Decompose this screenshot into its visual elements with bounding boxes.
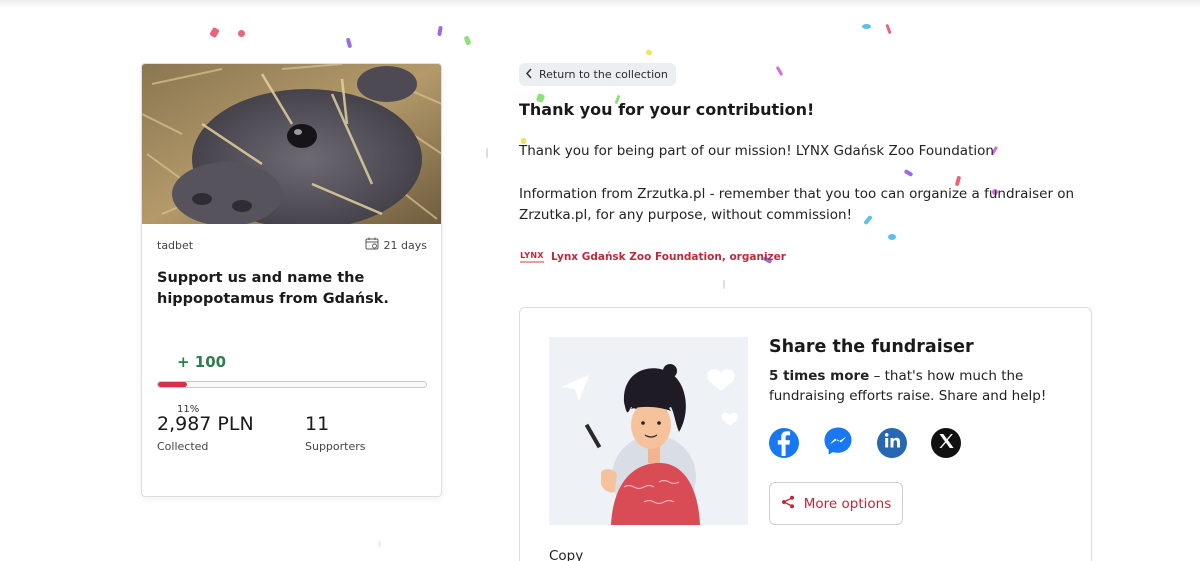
calendar-icon (365, 237, 379, 253)
lynx-logo: LYNX (519, 250, 545, 264)
share-panel: Share the fundraiser 5 times more – that… (519, 307, 1092, 561)
return-label: Return to the collection (539, 68, 668, 81)
hippo-photo (142, 64, 441, 224)
share-icon (781, 495, 795, 513)
x-share-button[interactable] (931, 428, 961, 458)
page-title: Thank you for your contribution! (519, 100, 815, 119)
top-shade (0, 0, 1200, 8)
facebook-icon (769, 426, 799, 460)
share-text: 5 times more – that's how much the fundr… (769, 368, 1047, 404)
fundraiser-card[interactable]: tadbet 21 days Support us and name the h… (141, 63, 442, 497)
card-author: tadbet (157, 239, 194, 252)
share-illustration (549, 337, 748, 525)
return-to-collection-button[interactable]: Return to the collection (519, 63, 676, 86)
messenger-icon (823, 426, 853, 460)
progress-fill (158, 382, 188, 387)
messenger-share-button[interactable] (823, 426, 853, 460)
organizer[interactable]: LYNX Lynx Gdańsk Zoo Foundation, organiz… (519, 250, 786, 264)
more-options-button[interactable]: More options (769, 482, 903, 525)
card-days: 21 days (365, 237, 427, 253)
linkedin-icon (877, 426, 907, 460)
progress-bar (157, 381, 427, 388)
chevron-left-icon (525, 68, 533, 82)
days-left: 21 days (383, 238, 427, 252)
collected-label: Collected (157, 440, 209, 453)
organizer-name: Lynx Gdańsk Zoo Foundation, organizer (551, 251, 786, 263)
thanks-message: Thank you for being part of our mission!… (519, 143, 994, 159)
facebook-share-button[interactable] (769, 428, 799, 458)
social-buttons (769, 426, 961, 460)
contribution-amount: + 100 (177, 353, 227, 371)
copy-label: Copy (549, 548, 584, 561)
supporters-count: 11 (305, 413, 330, 435)
share-title: Share the fundraiser (769, 337, 974, 357)
linkedin-share-button[interactable] (877, 428, 907, 458)
zrzutka-info: Information from Zrzutka.pl - remember t… (519, 186, 1075, 223)
collected-amount: 2,987 PLN (157, 413, 254, 435)
more-options-label: More options (803, 495, 892, 512)
x-icon (931, 426, 961, 460)
supporters-label: Supporters (305, 440, 366, 453)
card-title[interactable]: Support us and name the hippopotamus fro… (157, 268, 437, 310)
